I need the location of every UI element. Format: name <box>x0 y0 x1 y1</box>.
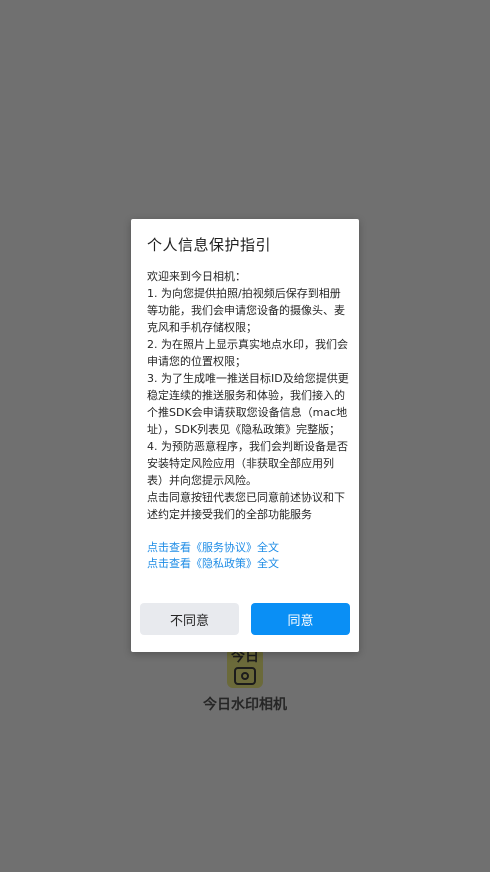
clause-4: 4. 为预防恶意程序，我们会判断设备是否安装特定风险应用（非获取全部应用列表）并… <box>147 440 348 487</box>
clause-2: 2. 为在照片上显示真实地点水印，我们会申请您的位置权限； <box>147 338 348 368</box>
clause-3: 3. 为了生成唯一推送目标ID及给您提供更稳定连续的推送服务和体验，我们接入的个… <box>147 372 349 436</box>
app-name: 今日水印相机 <box>203 697 287 713</box>
camera-icon <box>234 667 256 685</box>
privacy-policy-link[interactable]: 点击查看《隐私政策》全文 <box>147 556 350 572</box>
dialog-title: 个人信息保护指引 <box>147 236 272 254</box>
consent-text: 点击同意按钮代表您已同意前述协议和下述约定并接受我们的全部功能服务 <box>147 491 345 521</box>
privacy-dialog: 个人信息保护指引 欢迎来到今日相机： 1. 为向您提供拍照/拍视频后保存到相册等… <box>131 219 359 652</box>
clause-1: 1. 为向您提供拍照/拍视频后保存到相册等功能，我们会申请您设备的摄像头、麦克风… <box>147 287 345 334</box>
intro-text: 欢迎来到今日相机： <box>147 270 246 283</box>
service-agreement-link[interactable]: 点击查看《服务协议》全文 <box>147 540 350 556</box>
disagree-button[interactable]: 不同意 <box>140 603 239 635</box>
agree-button[interactable]: 同意 <box>251 603 350 635</box>
dialog-body: 欢迎来到今日相机： 1. 为向您提供拍照/拍视频后保存到相册等功能，我们会申请您… <box>147 268 350 572</box>
app-logo: 今日 <box>227 648 263 688</box>
dialog-buttons: 不同意 同意 <box>140 603 350 635</box>
policy-links: 点击查看《服务协议》全文 点击查看《隐私政策》全文 <box>147 540 350 572</box>
